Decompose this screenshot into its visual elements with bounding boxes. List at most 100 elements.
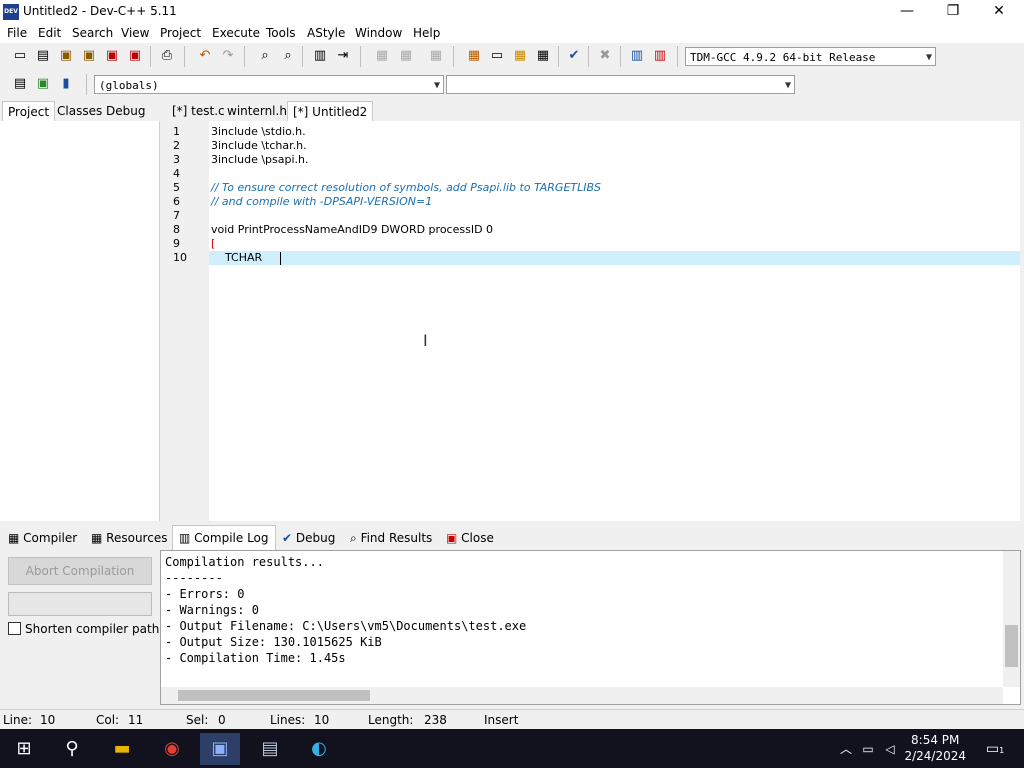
tab-close[interactable]: ▣ Close bbox=[446, 528, 494, 548]
compile-icon[interactable]: ▦ bbox=[372, 47, 392, 65]
search-icon[interactable]: ⚲ bbox=[52, 733, 92, 765]
volume-icon[interactable]: ◁ bbox=[880, 733, 900, 765]
line-number: 4 bbox=[173, 167, 180, 180]
toggle-icon[interactable]: ▣ bbox=[33, 75, 53, 93]
horizontal-scrollbar[interactable] bbox=[161, 687, 1003, 704]
class-browser-icon[interactable]: ▦ bbox=[510, 47, 530, 65]
line-gutter bbox=[165, 121, 209, 521]
scope-select-value: (globals) bbox=[99, 79, 159, 92]
insert-icon[interactable]: ▤ bbox=[10, 75, 30, 93]
save-icon[interactable]: ▣ bbox=[56, 47, 76, 65]
notification-icon[interactable]: ▭1 bbox=[980, 733, 1010, 765]
tab-debug[interactable]: Debug bbox=[101, 101, 150, 121]
menu-execute[interactable]: Execute bbox=[212, 26, 260, 40]
shorten-paths-checkbox[interactable]: Shorten compiler paths bbox=[8, 622, 166, 636]
replace-icon[interactable]: ⌕ bbox=[278, 47, 298, 65]
bookmark-icon[interactable]: ▮ bbox=[56, 75, 76, 93]
scope-select[interactable]: (globals) ▼ bbox=[94, 75, 444, 94]
edge-icon[interactable]: ◐ bbox=[299, 733, 339, 765]
check-icon[interactable]: ✔ bbox=[564, 47, 584, 65]
code-line[interactable]: // and compile with -DPSAPI-VERSION=1 bbox=[211, 195, 432, 208]
tab-classes[interactable]: Classes bbox=[52, 101, 107, 121]
tab-project[interactable]: Project bbox=[2, 101, 56, 122]
chrome-icon[interactable]: ◉ bbox=[152, 733, 192, 765]
windows-start-icon[interactable]: ⊞ bbox=[4, 733, 44, 765]
scrollbar-thumb[interactable] bbox=[1005, 625, 1018, 667]
redo-icon[interactable]: ↷ bbox=[218, 47, 238, 65]
menu-tools[interactable]: Tools bbox=[266, 26, 296, 40]
editor-tab-untitled2[interactable]: [*] Untitled2 bbox=[287, 101, 374, 122]
chevron-down-icon: ▼ bbox=[784, 80, 791, 91]
line-number: 8 bbox=[173, 223, 180, 236]
menu-project[interactable]: Project bbox=[160, 26, 201, 40]
status-col-value: 11 bbox=[128, 713, 144, 727]
function-select[interactable]: ▼ bbox=[446, 75, 795, 94]
code-editor[interactable]: 1 3include \stdio.h. 2 3include \tchar.h… bbox=[165, 121, 1020, 521]
find-icon[interactable]: ⌕ bbox=[255, 47, 275, 65]
tab-compiler[interactable]: ▦ Compiler bbox=[8, 528, 77, 548]
open-file-icon[interactable]: ▤ bbox=[33, 47, 53, 65]
tab-compile-log[interactable]: ▥ Compile Log bbox=[172, 525, 276, 550]
editor-tab-winternl-h[interactable]: winternl.h bbox=[222, 101, 292, 121]
goto-line-icon[interactable]: ▥ bbox=[310, 47, 330, 65]
compiler-select[interactable]: TDM-GCC 4.9.2 64-bit Release ▼ bbox=[685, 47, 936, 66]
close-button[interactable]: ✕ bbox=[976, 0, 1022, 24]
menu-file[interactable]: File bbox=[7, 26, 27, 40]
undo-icon[interactable]: ↶ bbox=[195, 47, 215, 65]
tab-find-results[interactable]: ⌕ Find Results bbox=[350, 528, 432, 548]
close-all-icon[interactable]: ▣ bbox=[125, 47, 145, 65]
chevron-up-icon[interactable]: ︿ bbox=[836, 733, 856, 765]
status-lines-label: Lines: bbox=[270, 713, 306, 727]
code-line[interactable]: 3include \psapi.h. bbox=[211, 153, 309, 166]
code-line[interactable]: 3include \stdio.h. bbox=[211, 125, 306, 138]
code-line[interactable]: 3include \tchar.h. bbox=[211, 139, 307, 152]
new-file-icon[interactable]: ▭ bbox=[10, 47, 30, 65]
close-file-icon[interactable]: ▣ bbox=[102, 47, 122, 65]
chart-icon[interactable]: ▥ bbox=[627, 47, 647, 65]
save-all-icon[interactable]: ▣ bbox=[79, 47, 99, 65]
code-line[interactable]: [ bbox=[211, 237, 215, 250]
menu-view[interactable]: View bbox=[121, 26, 149, 40]
bottom-panel-tabs: ▦ Compiler ▦ Resources ▥ Compile Log ✔ D… bbox=[0, 525, 1024, 550]
code-line[interactable]: TCHAR bbox=[211, 251, 266, 264]
menu-help[interactable]: Help bbox=[413, 26, 440, 40]
app-icon[interactable]: ▤ bbox=[250, 733, 290, 765]
log-line: - Errors: 0 bbox=[165, 587, 245, 601]
window-icon[interactable]: ▭ bbox=[487, 47, 507, 65]
window-title: Untitled2 - Dev-C++ 5.11 bbox=[23, 4, 177, 18]
menu-window[interactable]: Window bbox=[355, 26, 402, 40]
abort-compilation-button[interactable]: Abort Compilation bbox=[8, 557, 152, 585]
minimize-button[interactable]: — bbox=[884, 0, 930, 24]
profile-icon[interactable]: ▥ bbox=[650, 47, 670, 65]
run-icon[interactable]: ▦ bbox=[396, 47, 416, 65]
tiles-icon[interactable]: ▦ bbox=[533, 47, 553, 65]
log-line: - Output Size: 130.1015625 KiB bbox=[165, 635, 382, 649]
indent-icon[interactable]: ⇥ bbox=[333, 47, 353, 65]
code-line[interactable]: void PrintProcessNameAndID9 DWORD proces… bbox=[211, 223, 493, 236]
clock-time: 8:54 PM bbox=[911, 733, 960, 747]
editor-tab-test-c[interactable]: [*] test.c bbox=[167, 101, 230, 121]
line-number: 9 bbox=[173, 237, 180, 250]
tab-debug-bottom[interactable]: ✔ Debug bbox=[282, 528, 335, 548]
status-mode: Insert bbox=[484, 713, 519, 727]
compile-run-icon[interactable]: ▦ bbox=[426, 47, 446, 65]
clock[interactable]: 8:54 PM 2/24/2024 bbox=[904, 732, 966, 764]
vertical-scrollbar[interactable] bbox=[1003, 551, 1020, 687]
print-icon[interactable]: ⎙ bbox=[157, 47, 177, 65]
line-number: 2 bbox=[173, 139, 180, 152]
status-sel-value: 0 bbox=[218, 713, 226, 727]
file-explorer-icon[interactable]: ▬ bbox=[102, 733, 142, 765]
tab-resources[interactable]: ▦ Resources bbox=[91, 528, 167, 548]
restore-button[interactable]: ❐ bbox=[930, 0, 976, 24]
network-icon[interactable]: ▭ bbox=[858, 733, 878, 765]
menu-edit[interactable]: Edit bbox=[38, 26, 61, 40]
scrollbar-thumb[interactable] bbox=[178, 690, 370, 701]
menu-search[interactable]: Search bbox=[72, 26, 113, 40]
menu-astyle[interactable]: AStyle bbox=[307, 26, 345, 40]
code-line[interactable]: // To ensure correct resolution of symbo… bbox=[211, 181, 601, 194]
project-panel[interactable] bbox=[0, 121, 160, 521]
devcpp-icon[interactable]: ▣ bbox=[200, 733, 240, 765]
stop-icon[interactable]: ✖ bbox=[595, 47, 615, 65]
compile-log[interactable]: Compilation results... -------- - Errors… bbox=[160, 550, 1021, 705]
layout-icon[interactable]: ▦ bbox=[464, 47, 484, 65]
